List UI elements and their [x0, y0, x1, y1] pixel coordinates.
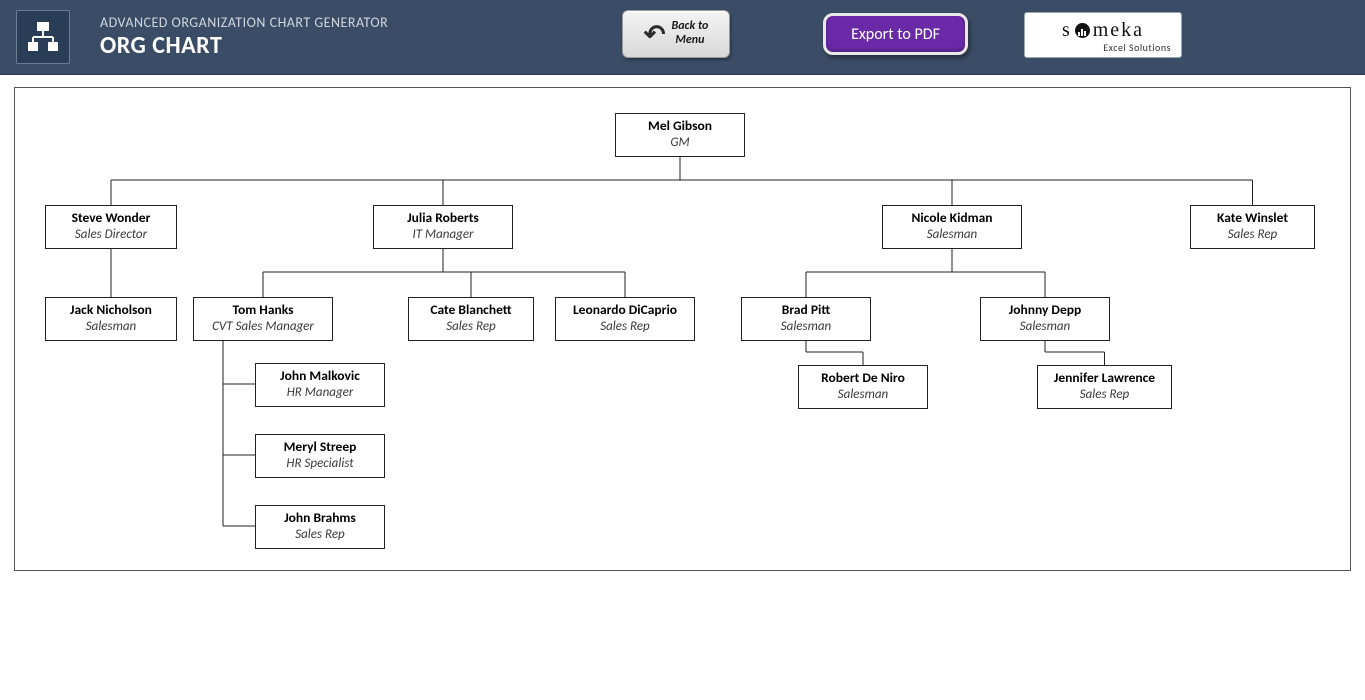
org-node-nicole[interactable]: Nicole KidmanSalesman [882, 205, 1022, 249]
node-name: Meryl Streep [260, 439, 380, 456]
back-to-menu-button[interactable]: ↶ Back toMenu [622, 10, 730, 58]
node-name: Cate Blanchett [413, 302, 529, 319]
org-node-jack[interactable]: Jack NicholsonSalesman [45, 297, 177, 341]
node-title: IT Manager [378, 227, 508, 243]
node-name: Kate Winslet [1195, 210, 1310, 227]
org-node-jennifer[interactable]: Jennifer LawrenceSales Rep [1037, 365, 1172, 409]
org-node-tom[interactable]: Tom HanksCVT Sales Manager [193, 297, 333, 341]
node-title: Salesman [985, 319, 1105, 335]
node-name: Jennifer Lawrence [1042, 370, 1167, 387]
node-name: Mel Gibson [620, 118, 740, 135]
node-title: Sales Rep [260, 527, 380, 543]
brand-chart-icon [1075, 23, 1090, 38]
node-name: Jack Nicholson [50, 302, 172, 319]
org-node-brad[interactable]: Brad PittSalesman [741, 297, 871, 341]
back-label: Back toMenu [671, 20, 708, 48]
org-node-johnny[interactable]: Johnny DeppSalesman [980, 297, 1110, 341]
node-title: Salesman [50, 319, 172, 335]
org-node-meryl[interactable]: Meryl StreepHR Specialist [255, 434, 385, 478]
brand-badge: s meka Excel Solutions [1024, 12, 1182, 58]
org-node-john_m[interactable]: John MalkovicHR Manager [255, 363, 385, 407]
node-name: Nicole Kidman [887, 210, 1017, 227]
org-node-steve[interactable]: Steve WonderSales Director [45, 205, 177, 249]
node-name: Julia Roberts [378, 210, 508, 227]
org-node-john_b[interactable]: John BrahmsSales Rep [255, 505, 385, 549]
node-title: HR Manager [260, 385, 380, 401]
node-name: John Malkovic [260, 368, 380, 385]
node-title: GM [620, 135, 740, 151]
org-node-leo[interactable]: Leonardo DiCaprioSales Rep [555, 297, 695, 341]
node-title: Salesman [803, 387, 923, 403]
node-name: Johnny Depp [985, 302, 1105, 319]
export-pdf-button[interactable]: Export to PDF [823, 13, 968, 55]
org-node-julia[interactable]: Julia RobertsIT Manager [373, 205, 513, 249]
brand-name-part: meka [1093, 19, 1144, 42]
node-name: Tom Hanks [198, 302, 328, 319]
orgchart-icon [26, 20, 60, 54]
app-header: ADVANCED ORGANIZATION CHART GENERATOR OR… [0, 0, 1365, 75]
node-title: Sales Rep [1042, 387, 1167, 403]
org-node-gm[interactable]: Mel GibsonGM [615, 113, 745, 157]
node-name: Robert De Niro [803, 370, 923, 387]
node-title: HR Specialist [260, 456, 380, 472]
node-name: John Brahms [260, 510, 380, 527]
node-title: CVT Sales Manager [198, 319, 328, 335]
org-node-cate[interactable]: Cate BlanchettSales Rep [408, 297, 534, 341]
brand-name-part: s [1062, 19, 1072, 42]
app-logo [16, 10, 70, 64]
org-chart-canvas: Mel GibsonGM Steve WonderSales Director Ju… [14, 87, 1351, 571]
brand-sub: Excel Solutions [1103, 41, 1181, 54]
node-title: Salesman [746, 319, 866, 335]
node-name: Steve Wonder [50, 210, 172, 227]
org-node-kate[interactable]: Kate WinsletSales Rep [1190, 205, 1315, 249]
node-name: Brad Pitt [746, 302, 866, 319]
node-name: Leonardo DiCaprio [560, 302, 690, 319]
back-arrow-icon: ↶ [644, 21, 666, 47]
node-title: Sales Director [50, 227, 172, 243]
node-title: Sales Rep [413, 319, 529, 335]
node-title: Salesman [887, 227, 1017, 243]
node-title: Sales Rep [560, 319, 690, 335]
org-node-robert[interactable]: Robert De NiroSalesman [798, 365, 928, 409]
node-title: Sales Rep [1195, 227, 1310, 243]
